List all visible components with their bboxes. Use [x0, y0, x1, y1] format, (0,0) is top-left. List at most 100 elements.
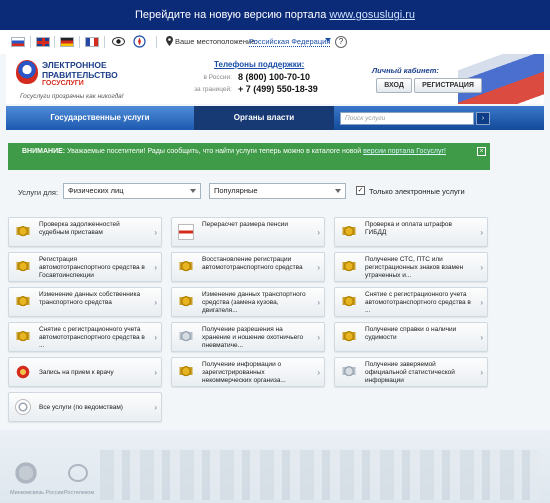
chevron-right-icon: › [154, 368, 157, 377]
electronic-only-checkbox[interactable]: ✓ [356, 186, 365, 195]
divider [54, 36, 55, 48]
search-input[interactable]: Поиск услуги [340, 112, 474, 125]
logo-text[interactable]: ЭЛЕКТРОННОЕ [42, 60, 107, 70]
sort-value: Популярные [214, 186, 258, 195]
emblem-icon [15, 399, 31, 415]
phone-label: за границей: [194, 86, 232, 93]
flag-de-icon[interactable] [60, 37, 74, 47]
tagline: Госуслуги прозрачны как никогда! [20, 93, 124, 100]
chevron-right-icon: › [480, 228, 483, 237]
emblem-icon [341, 364, 357, 380]
chevron-right-icon: › [154, 298, 157, 307]
service-card[interactable]: Запись на прием к врачу › [8, 357, 162, 387]
service-title: Получение СТС, ПТС или регистрационных з… [365, 256, 464, 279]
notice-text: Уважаемые посетители! Рады сообщить, что… [67, 148, 362, 155]
chevron-right-icon: › [154, 263, 157, 272]
service-title: Все услуги (по ведомствам) [39, 404, 123, 411]
tab-authorities[interactable]: Органы власти [194, 106, 334, 130]
phone-number: 8 (800) 100-70-10 [238, 72, 311, 82]
site-header: ЭЛЕКТРОННОЕ ПРАВИТЕЛЬСТВО ГОСУСЛУГИ Госу… [6, 54, 544, 104]
sort-select[interactable]: Популярные [209, 183, 346, 199]
ministry-emblem-icon[interactable] [14, 460, 38, 486]
banner-link[interactable]: www.gosuslugi.ru [329, 9, 415, 21]
gosuslugi-logo-icon[interactable] [16, 60, 38, 84]
emblem-icon [15, 259, 31, 275]
service-title: Изменение данных транспортного средства … [202, 291, 306, 314]
service-card[interactable]: Снятие с регистрационного учета автомото… [8, 322, 162, 352]
emblem-icon [178, 329, 194, 345]
audience-select[interactable]: Физических лиц [63, 183, 201, 199]
service-title: Изменение данных собственника транспортн… [39, 291, 141, 306]
flag-en-icon[interactable] [36, 37, 50, 47]
service-title: Получение разрешения на хранение и ношен… [202, 326, 304, 349]
tab-public-services[interactable]: Государственные услуги [6, 106, 194, 130]
service-card[interactable]: Проверка и оплата штрафов ГИБДД › [334, 217, 488, 247]
service-card[interactable]: Регистрация автомототранспортного средст… [8, 252, 162, 282]
service-card[interactable]: Получение информации о зарегистрированны… [171, 357, 325, 387]
pension-fund-icon [178, 224, 194, 240]
cabinet-title: Личный кабинет: [372, 66, 439, 75]
divider [104, 36, 105, 48]
phone-label: в России: [203, 74, 233, 81]
city-skyline-decoration [100, 450, 540, 500]
service-card[interactable]: Изменение данных транспортного средства … [171, 287, 325, 317]
register-button[interactable]: РЕГИСТРАЦИЯ [414, 78, 482, 93]
chevron-right-icon: › [317, 368, 320, 377]
partner-caption: Ростелеком [64, 490, 95, 496]
service-card[interactable]: Получение заверяемой официальной статист… [334, 357, 488, 387]
service-title: Регистрация автомототранспортного средст… [39, 256, 145, 279]
chevron-right-icon: › [480, 333, 483, 342]
divider [79, 36, 80, 48]
service-title: Проверка и оплата штрафов ГИБДД [365, 221, 452, 236]
service-card[interactable]: Перерасчет размера пенсии › [171, 217, 325, 247]
flag-ru-icon[interactable] [11, 37, 25, 47]
rostelecom-logo-icon[interactable] [68, 464, 88, 482]
close-icon[interactable]: × [477, 147, 486, 156]
chevron-right-icon: › [317, 298, 320, 307]
top-banner: Перейдите на новую версию портала www.go… [0, 0, 550, 30]
emblem-icon [341, 224, 357, 240]
service-title: Перерасчет размера пенсии [202, 221, 288, 228]
chevron-right-icon: › [317, 333, 320, 342]
notice-link[interactable]: версии портала Госуслуг! [363, 148, 446, 155]
divider [30, 36, 31, 48]
service-card[interactable]: Получение справки о наличии судимости › [334, 322, 488, 352]
chevron-right-icon: › [154, 333, 157, 342]
service-card[interactable]: Восстановление регистрации автомототранс… [171, 252, 325, 282]
service-card[interactable]: Изменение данных собственника транспортн… [8, 287, 162, 317]
filter-label: Услуги для: [18, 188, 59, 197]
service-title: Снятие с регистрационного учета автомото… [365, 291, 471, 314]
eye-icon[interactable] [112, 35, 125, 48]
service-card[interactable]: Получение СТС, ПТС или регистрационных з… [334, 252, 488, 282]
service-title: Получение справки о наличии судимости [365, 326, 457, 341]
login-button[interactable]: ВХОД [376, 78, 412, 93]
compass-icon[interactable] [133, 35, 146, 48]
chevron-right-icon: › [480, 368, 483, 377]
notice-prefix: ВНИМАНИЕ: [22, 148, 66, 155]
service-card[interactable]: Проверка задолженностей судебным пристав… [8, 217, 162, 247]
ministry-caption: Минкомсвязь России [10, 490, 64, 496]
main-nav: Государственные услуги Органы власти Пои… [6, 106, 544, 130]
logo-text[interactable]: ПРАВИТЕЛЬСТВО [42, 70, 118, 80]
service-card[interactable]: Снятие с регистрационного учета автомото… [334, 287, 488, 317]
chevron-right-icon: › [317, 228, 320, 237]
service-card[interactable]: Все услуги (по ведомствам) › [8, 392, 162, 422]
logo-subtext[interactable]: ГОСУСЛУГИ [42, 80, 84, 87]
help-icon[interactable]: ? [335, 36, 347, 48]
service-title: Получение информации о зарегистрированны… [202, 361, 286, 384]
location-selector[interactable]: Российская Федерация [249, 37, 331, 47]
search-icon[interactable]: › [476, 112, 490, 125]
divider [156, 36, 157, 48]
emblem-icon [15, 294, 31, 310]
location-pin-icon [166, 36, 173, 46]
service-title: Снятие с регистрационного учета автомото… [39, 326, 145, 349]
chevron-right-icon: › [317, 263, 320, 272]
chevron-down-icon[interactable] [325, 38, 331, 42]
support-title[interactable]: Телефоны поддержки: [214, 60, 304, 69]
emblem-icon [178, 259, 194, 275]
chevron-right-icon: › [154, 403, 157, 412]
electronic-only-label[interactable]: Только электронные услуги [369, 187, 465, 196]
service-card[interactable]: Получение разрешения на хранение и ношен… [171, 322, 325, 352]
chevron-down-icon [190, 189, 196, 193]
flag-fr-icon[interactable] [85, 37, 99, 47]
